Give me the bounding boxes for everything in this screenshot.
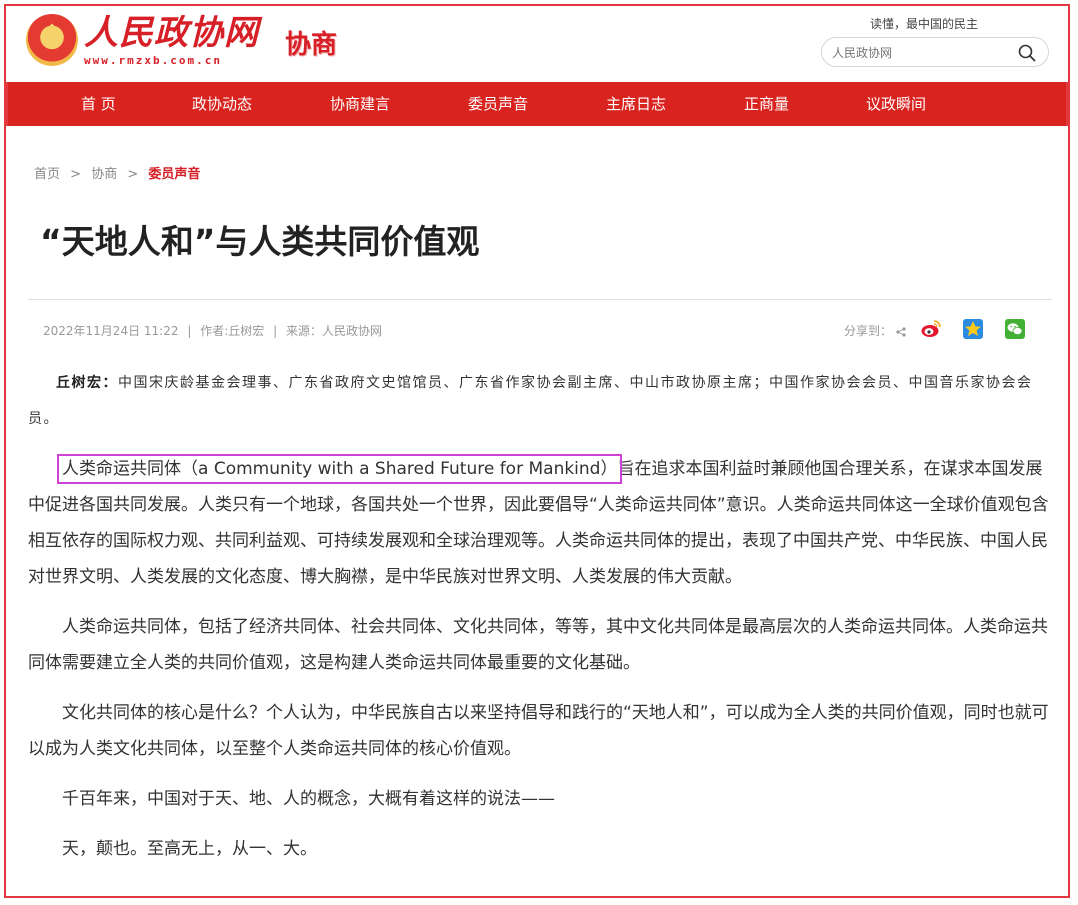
article-author: 作者:丘树宏 (200, 324, 265, 338)
share-icon (896, 326, 906, 337)
article-paragraph: 千百年来，中国对于天、地、人的概念，大概有着这样的说法—— (62, 789, 555, 809)
article-date: 2022年11月24日 11:22 (43, 324, 179, 338)
wechat-icon[interactable] (1004, 318, 1026, 340)
breadcrumb-home[interactable]: 首页 (34, 167, 60, 182)
article-body: 丘树宏：中国宋庆龄基金会理事、广东省政府文史馆馆员、广东省作家协会副主席、中山市… (28, 365, 1052, 881)
breadcrumb: 首页 > 协商 > 委员声音 (34, 163, 200, 182)
article-paragraph: 人类命运共同体（a Community with a Shared Future… (28, 451, 1052, 595)
author-intro: 丘树宏：中国宋庆龄基金会理事、广东省政府文史馆馆员、广东省作家协会副主席、中山市… (28, 365, 1052, 437)
cppcc-emblem-icon (26, 14, 78, 66)
article-meta: 2022年11月24日 11:22 | 作者:丘树宏 | 来源：人民政协网 (43, 322, 382, 339)
meta-separator: | (273, 324, 278, 338)
nav-item-chairman-diary[interactable]: 主席日志 (606, 82, 666, 126)
search-input[interactable] (832, 44, 1012, 62)
search-icon[interactable] (1018, 44, 1036, 62)
nav-item-member-voices[interactable]: 委员声音 (468, 82, 528, 126)
highlighted-phrase: 人类命运共同体（a Community with a Shared Future… (56, 454, 623, 484)
main-nav: 首 页 政协动态 协商建言 委员声音 主席日志 正商量 议政瞬间 (6, 82, 1068, 126)
section-tag[interactable]: 协商 (285, 24, 337, 61)
meta-separator: | (187, 324, 192, 338)
article-paragraph: 人类命运共同体，包括了经济共同体、社会共同体、文化共同体，等等，其中文化共同体是… (28, 617, 1048, 673)
author-bio: 中国宋庆龄基金会理事、广东省政府文史馆馆员、广东省作家协会副主席、中山市政协原主… (28, 375, 1033, 427)
breadcrumb-separator: > (70, 167, 82, 182)
qzone-icon[interactable] (962, 318, 984, 340)
site-logo[interactable]: 人民政协网 www.rmzxb.com.cn 协商 (26, 14, 337, 67)
share-label: 分享到： (844, 322, 906, 339)
article-title: “天地人和”与人类共同价值观 (40, 222, 480, 261)
logo-text-block: 人民政协网 www.rmzxb.com.cn (84, 14, 259, 67)
title-divider (28, 299, 1052, 300)
site-slogan: 读懂，最中国的民主 (870, 17, 979, 31)
breadcrumb-current[interactable]: 委员声音 (148, 167, 200, 182)
article-paragraph: 天，颠也。至高无上，从一、大。 (62, 839, 317, 859)
share-label-text: 分享到： (844, 324, 893, 338)
nav-item-consultation[interactable]: 协商建言 (330, 82, 390, 126)
weibo-icon[interactable] (920, 318, 942, 340)
nav-item-home[interactable]: 首 页 (81, 82, 116, 126)
article-paragraph: 文化共同体的核心是什么？个人认为，中华民族自古以来坚持倡导和践行的“天地人和”，… (28, 703, 1049, 759)
breadcrumb-section[interactable]: 协商 (91, 167, 117, 182)
nav-item-discussing[interactable]: 正商量 (744, 82, 789, 126)
nav-item-cppcc-news[interactable]: 政协动态 (192, 82, 252, 126)
logo-url: www.rmzxb.com.cn (84, 54, 222, 67)
search-box (821, 37, 1049, 67)
nav-item-photo-moments[interactable]: 议政瞬间 (866, 82, 926, 126)
breadcrumb-separator: > (127, 167, 139, 182)
article-source: 来源：人民政协网 (285, 324, 382, 338)
site-header: 人民政协网 www.rmzxb.com.cn 协商 读懂，最中国的民主 (6, 6, 1068, 82)
author-name: 丘树宏： (56, 375, 118, 391)
logo-title: 人民政协网 (84, 13, 259, 53)
